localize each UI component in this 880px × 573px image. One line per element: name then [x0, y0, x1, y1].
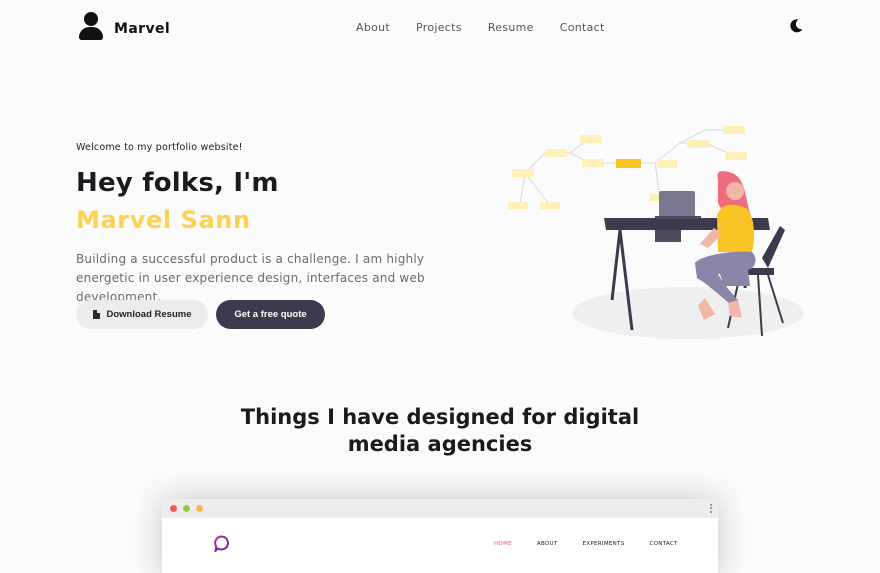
browser-title-bar [162, 499, 718, 518]
theme-toggle-button[interactable] [788, 18, 804, 34]
kebab-menu-icon [710, 504, 712, 513]
main-menu: About Projects Resume Contact [356, 21, 605, 34]
mockup-nav-home[interactable]: HOME [494, 541, 512, 547]
top-nav: Marvel About Projects Resume Contact [0, 0, 880, 56]
mockup-nav-experiments[interactable]: EXPERIMENTS [583, 541, 625, 547]
download-resume-label: Download Resume [106, 309, 192, 320]
user-icon [78, 12, 104, 40]
nav-link-resume[interactable]: Resume [488, 21, 534, 34]
nav-link-contact[interactable]: Contact [560, 21, 605, 34]
brand-logo[interactable]: Marvel [78, 12, 170, 40]
brand-name: Marvel [114, 21, 171, 37]
hero-illustration [508, 126, 804, 339]
get-quote-button[interactable]: Get a free quote [216, 300, 325, 329]
moon-icon [790, 19, 803, 33]
mockup-nav-contact[interactable]: CONTACT [650, 541, 678, 547]
maximize-dot-icon [183, 505, 190, 512]
download-resume-button[interactable]: Download Resume [76, 300, 208, 329]
minimize-dot-icon [196, 505, 203, 512]
nav-link-projects[interactable]: Projects [416, 21, 462, 34]
nav-link-about[interactable]: About [356, 21, 390, 34]
hero-title: Hey folks, I'm [76, 168, 279, 198]
mockup-nav-about[interactable]: ABOUT [537, 541, 558, 547]
welcome-text: Welcome to my portfolio website! [76, 142, 243, 153]
section-title: Things I have designed for digital media… [240, 405, 640, 456]
hero-description: Building a successful product is a chall… [76, 252, 425, 304]
close-dot-icon [170, 505, 177, 512]
mockup-nav: HOME ABOUT EXPERIMENTS CONTACT [494, 541, 678, 547]
hero-name: Marvel Sann [76, 206, 251, 234]
chat-bubble-logo-icon [214, 535, 229, 552]
project-preview-browser[interactable]: HOME ABOUT EXPERIMENTS CONTACT [162, 499, 718, 573]
document-icon [92, 310, 100, 319]
